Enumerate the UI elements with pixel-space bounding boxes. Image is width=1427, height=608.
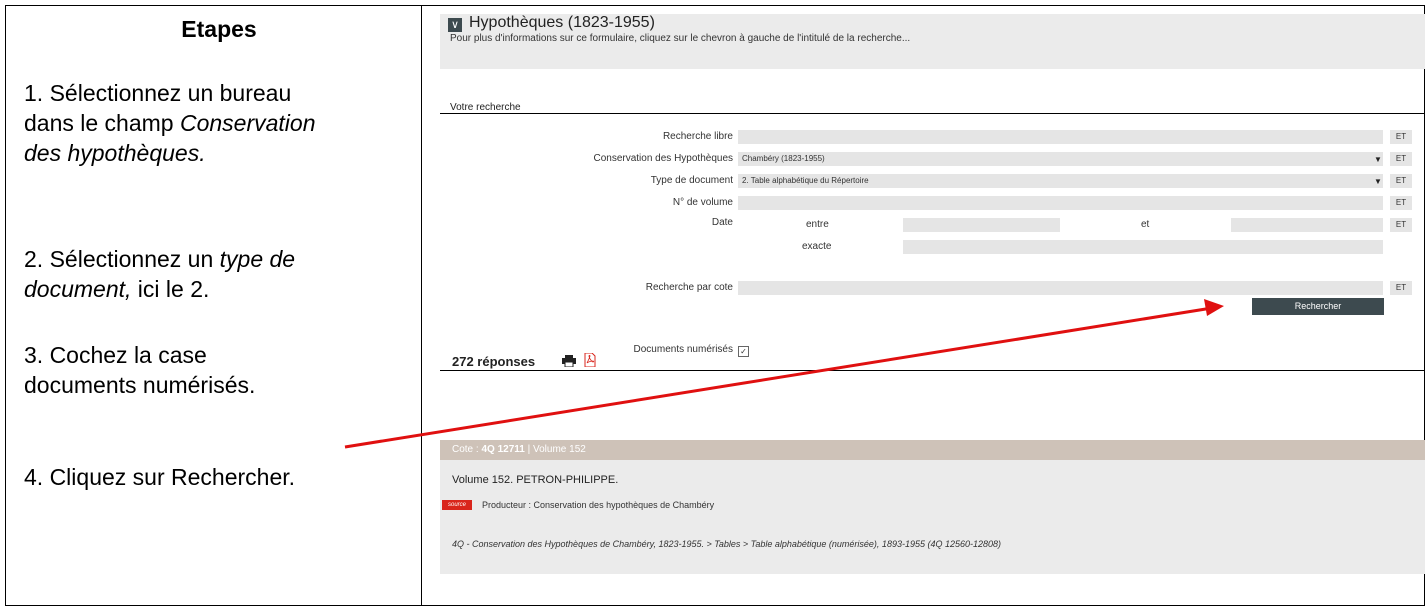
date-exacte-input[interactable] [903,240,1383,254]
conservation-label: Conservation des Hypothèques [593,153,733,164]
chevron-down-icon[interactable]: ▼ [1374,177,1382,186]
recherche-libre-input[interactable] [738,130,1383,144]
volume-label: N° de volume [672,197,733,208]
pdf-icon[interactable] [584,353,596,367]
chevron-down-icon[interactable]: ∨ [448,18,462,32]
type-document-et-button[interactable]: ET [1390,174,1412,188]
section-label: Votre recherche [450,102,521,113]
results-divider [440,370,1425,371]
volume-input[interactable] [738,196,1383,210]
result-card-header [440,440,1425,460]
documents-numerises-checkbox[interactable]: ✓ [738,346,749,357]
date-et-button[interactable]: ET [1390,218,1412,232]
steps-title: Etapes [181,16,257,42]
column-divider [421,5,422,606]
conservation-select[interactable]: Chambéry (1823-1955) [738,152,1383,166]
recherche-libre-et-button[interactable]: ET [1390,130,1412,144]
date-entre-label: entre [806,219,829,230]
page-title: Hypothèques (1823-1955) [469,14,655,31]
results-count: 272 réponses [452,354,536,369]
date-end-input[interactable] [1231,218,1383,232]
type-document-select[interactable]: 2. Table alphabétique du Répertoire [738,174,1383,188]
step-2: 2. Sélectionnez un type de document, ici… [24,246,296,302]
cote-input[interactable] [738,281,1383,295]
date-label: Date [711,217,733,228]
step-3: 3. Cochez la case documents numérisés. [24,342,256,398]
section-divider [440,113,1425,114]
volume-et-button[interactable]: ET [1390,196,1412,210]
rechercher-button[interactable]: Rechercher [1252,298,1384,315]
type-document-label: Type de document [650,175,733,186]
date-et-label: et [1141,219,1150,230]
conservation-et-button[interactable]: ET [1390,152,1412,166]
cote-label: Recherche par cote [645,282,733,293]
source-tag: source [442,500,472,510]
result-breadcrumb[interactable]: 4Q - Conservation des Hypothèques de Cha… [452,539,1001,549]
date-start-input[interactable] [903,218,1060,232]
step-4: 4. Cliquez sur Rechercher. [24,464,296,490]
chevron-down-icon[interactable]: ▼ [1374,155,1382,164]
result-title[interactable]: Volume 152. PETRON-PHILIPPE. [452,474,618,486]
result-producer: Producteur : Conservation des hypothèque… [482,500,715,510]
form-help-text: Pour plus d'informations sur ce formulai… [450,33,911,44]
date-exacte-label: exacte [802,241,832,252]
step-1: 1. Sélectionnez un bureau dans le champ … [24,80,316,166]
printer-icon[interactable] [562,355,576,367]
cote-et-button[interactable]: ET [1390,281,1412,295]
result-cote[interactable]: Cote : 4Q 12711 | Volume 152 [452,444,586,455]
recherche-libre-label: Recherche libre [662,131,733,142]
